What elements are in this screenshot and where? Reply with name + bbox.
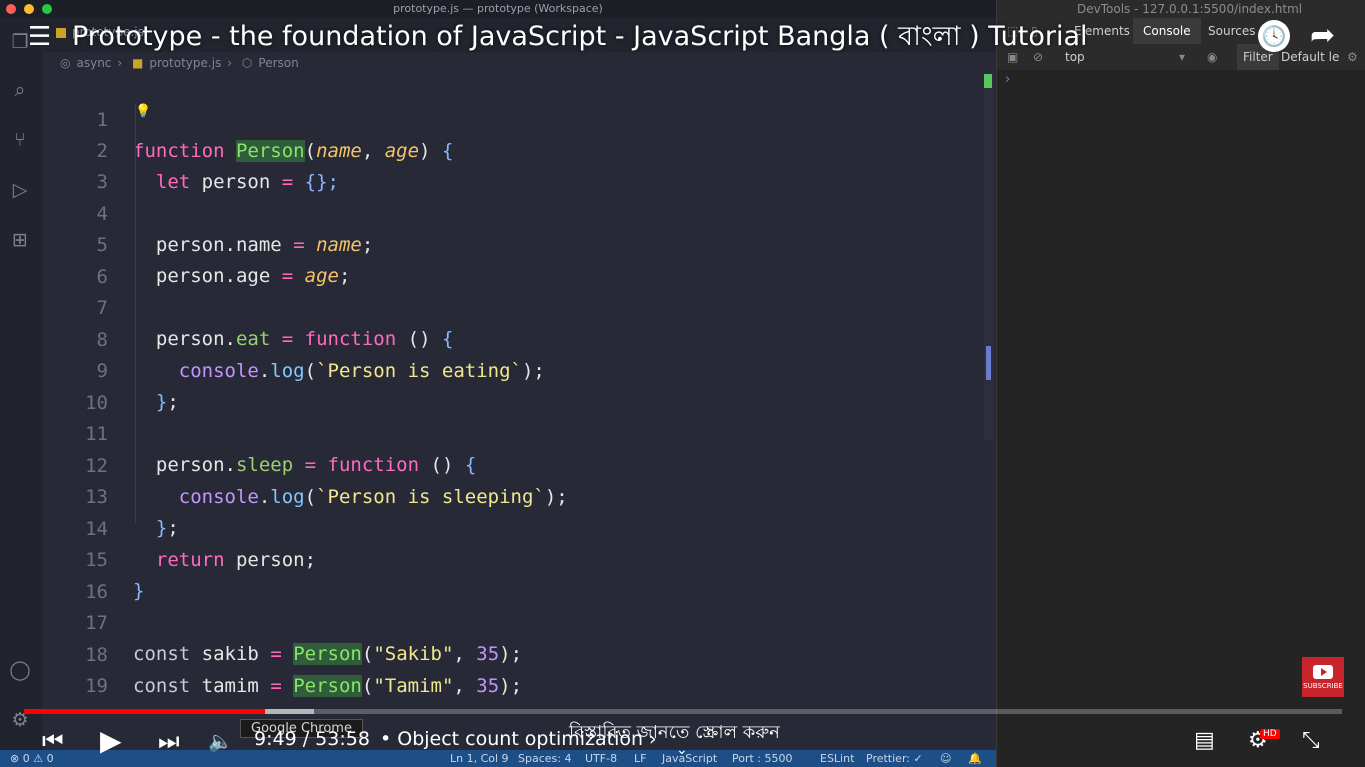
code-line: 4 person.name = name; [42, 168, 942, 256]
next-icon[interactable]: ⏭ [158, 726, 180, 756]
code-line: 8 console.log(`Person is eating`); [42, 294, 942, 382]
subtitles-icon[interactable]: ▤ [1194, 726, 1215, 756]
editor-scrollbar[interactable] [984, 74, 994, 440]
scrollbar-thumb[interactable] [986, 346, 991, 380]
tab-sources[interactable]: Sources [1208, 18, 1255, 44]
code-line: 13 }; [42, 451, 942, 539]
code-line: 3 [42, 136, 942, 193]
eye-icon[interactable]: ◉ [1207, 44, 1217, 70]
js-file-icon [56, 28, 66, 38]
hd-badge: HD [1260, 729, 1280, 739]
scrollbar-change-marker [984, 74, 992, 88]
minimize-window-button[interactable] [24, 4, 34, 14]
activity-bar: ❐ ⌕ ⑂ ▷ ⊞ ◯ ⚙ [0, 18, 42, 750]
play-icon[interactable]: ▶ [100, 726, 122, 756]
chapter-title[interactable]: • Object count optimization › [380, 728, 657, 750]
settings-gear-icon[interactable]: ⚙ [1347, 44, 1358, 70]
source-control-icon[interactable]: ⑂ [8, 128, 32, 152]
code-line: 19 [42, 640, 942, 697]
line-number: 19 [85, 675, 108, 697]
prettier-status[interactable]: Prettier: ✓ [866, 750, 923, 767]
eslint-status[interactable]: ESLint [820, 750, 854, 767]
code-line: 9 }; [42, 325, 942, 413]
subscribe-label: SUBSCRIBE [1303, 682, 1343, 690]
code-area[interactable]: 1 function Person(name, age) { 2 let per… [42, 74, 982, 697]
notifications-bell-icon[interactable]: 🔔 [968, 750, 982, 767]
close-window-button[interactable] [6, 4, 16, 14]
code-line: 17 const sakib = Person("Sakib", 35); [42, 577, 942, 665]
previous-icon[interactable]: ⏮ [42, 726, 64, 756]
code-line: 1 function Person(name, age) { [42, 74, 942, 162]
code-line: 15 } [42, 514, 942, 602]
account-icon[interactable]: ◯ [8, 658, 32, 682]
menu-icon[interactable]: ☰ [28, 24, 51, 50]
chevron-down-icon[interactable]: ▾ [1179, 44, 1185, 70]
indent-guide [135, 104, 136, 524]
share-arrow-icon[interactable]: ➦ [1310, 18, 1335, 53]
code-line: 5 person.age = age; [42, 199, 942, 287]
code-line: 16 [42, 546, 942, 603]
subscribe-badge[interactable]: SUBSCRIBE [1302, 657, 1344, 697]
breadcrumb-async-icon: ◎ [60, 56, 71, 70]
video-time: 9:49 / 53:58 [254, 728, 370, 750]
extensions-icon[interactable]: ⊞ [8, 228, 32, 252]
cursor-position[interactable]: Ln 1, Col 9 [450, 750, 509, 767]
status-bar: ⊗ 0 ⚠ 0 Ln 1, Col 9 Spaces: 4 UTF-8 LF J… [0, 750, 996, 767]
code-line: 11 person.sleep = function () { [42, 388, 942, 476]
devtools-panel: DevTools - 127.0.0.1:5500/index.html ⬚ ▯… [996, 0, 1365, 767]
code-line: 14 return person; [42, 483, 942, 571]
code-line: 10 [42, 357, 942, 414]
volume-icon[interactable]: 🔈 [208, 726, 233, 756]
end-of-line[interactable]: LF [634, 750, 646, 767]
exit-fullscreen-icon[interactable]: ⤡ [1302, 726, 1320, 756]
language-mode[interactable]: JavaScript [662, 750, 717, 767]
search-icon[interactable]: ⌕ [8, 78, 32, 102]
live-server-port[interactable]: Port : 5500 [732, 750, 793, 767]
console-output[interactable]: › [997, 70, 1365, 710]
code-line: 7 person.eat = function () { [42, 262, 942, 350]
code-line: 18 const tamim = Person("Tamim", 35); [42, 609, 942, 697]
feedback-icon[interactable]: ☺ [940, 750, 951, 767]
console-prompt[interactable]: › [1005, 72, 1010, 87]
code-line: 2 let person = {}; [42, 105, 942, 193]
tab-console[interactable]: Console [1133, 18, 1201, 44]
watch-later-clock-icon[interactable]: 🕓 [1258, 20, 1290, 52]
maximize-window-button[interactable] [42, 4, 52, 14]
video-title[interactable]: Prototype - the foundation of JavaScript… [72, 16, 1088, 61]
code-line: 6 [42, 231, 942, 288]
run-debug-icon[interactable]: ▷ [8, 178, 32, 202]
window-title: prototype.js — prototype (Workspace) [393, 2, 603, 15]
lightbulb-icon[interactable]: 💡 [135, 104, 151, 119]
chevron-down-icon[interactable]: ⌄ [676, 742, 688, 758]
indentation[interactable]: Spaces: 4 [518, 750, 571, 767]
code-editor: prototype.js — prototype (Workspace) ❐ ⌕… [0, 0, 996, 767]
code-line: 12 console.log(`Person is sleeping`); [42, 420, 942, 508]
progress-played [24, 709, 265, 714]
youtube-logo-icon [1313, 665, 1333, 679]
encoding[interactable]: UTF-8 [585, 750, 617, 767]
